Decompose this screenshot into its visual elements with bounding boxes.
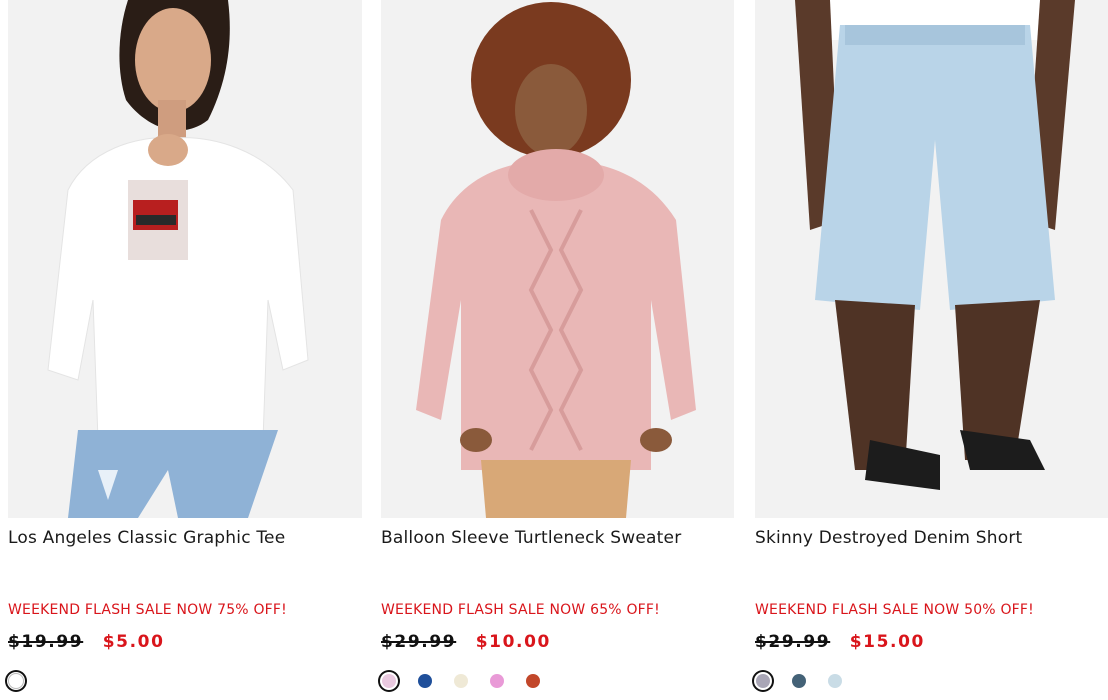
original-price: $19.99 [8, 632, 84, 652]
color-swatch[interactable] [526, 674, 540, 688]
color-swatch[interactable] [490, 674, 504, 688]
color-swatches [381, 670, 562, 692]
color-swatch[interactable] [382, 674, 396, 688]
product-name[interactable]: Skinny Destroyed Denim Short [755, 528, 1022, 548]
sale-price: $10.00 [475, 632, 551, 652]
price-row: $29.99 $15.00 [755, 632, 925, 652]
original-price: $29.99 [755, 632, 831, 652]
price-row: $29.99 $10.00 [381, 632, 551, 652]
promo-text: WEEKEND FLASH SALE NOW 75% OFF! [8, 602, 287, 618]
color-swatch[interactable] [418, 674, 432, 688]
product-name[interactable]: Los Angeles Classic Graphic Tee [8, 528, 285, 548]
product-image[interactable] [381, 0, 734, 518]
sale-price: $15.00 [849, 632, 925, 652]
promo-text: WEEKEND FLASH SALE NOW 65% OFF! [381, 602, 660, 618]
product-name[interactable]: Balloon Sleeve Turtleneck Sweater [381, 528, 681, 548]
promo-text: WEEKEND FLASH SALE NOW 50% OFF! [755, 602, 1034, 618]
sale-price: $5.00 [102, 632, 165, 652]
price-row: $19.99 $5.00 [8, 632, 165, 652]
color-swatch[interactable] [756, 674, 770, 688]
product-image[interactable] [755, 0, 1108, 518]
color-swatch[interactable] [792, 674, 806, 688]
product-card[interactable]: Balloon Sleeve Turtleneck Sweater WEEKEN… [381, 0, 734, 700]
color-swatch[interactable] [8, 673, 24, 689]
color-swatches [755, 670, 864, 692]
product-grid: Los Angeles Classic Graphic Tee WEEKEND … [0, 0, 1108, 700]
color-swatches [8, 670, 45, 692]
original-price: $29.99 [381, 632, 457, 652]
product-card[interactable]: Skinny Destroyed Denim Short WEEKEND FLA… [755, 0, 1108, 700]
color-swatch[interactable] [828, 674, 842, 688]
color-swatch[interactable] [454, 674, 468, 688]
product-card[interactable]: Los Angeles Classic Graphic Tee WEEKEND … [8, 0, 362, 700]
product-image[interactable] [8, 0, 362, 518]
